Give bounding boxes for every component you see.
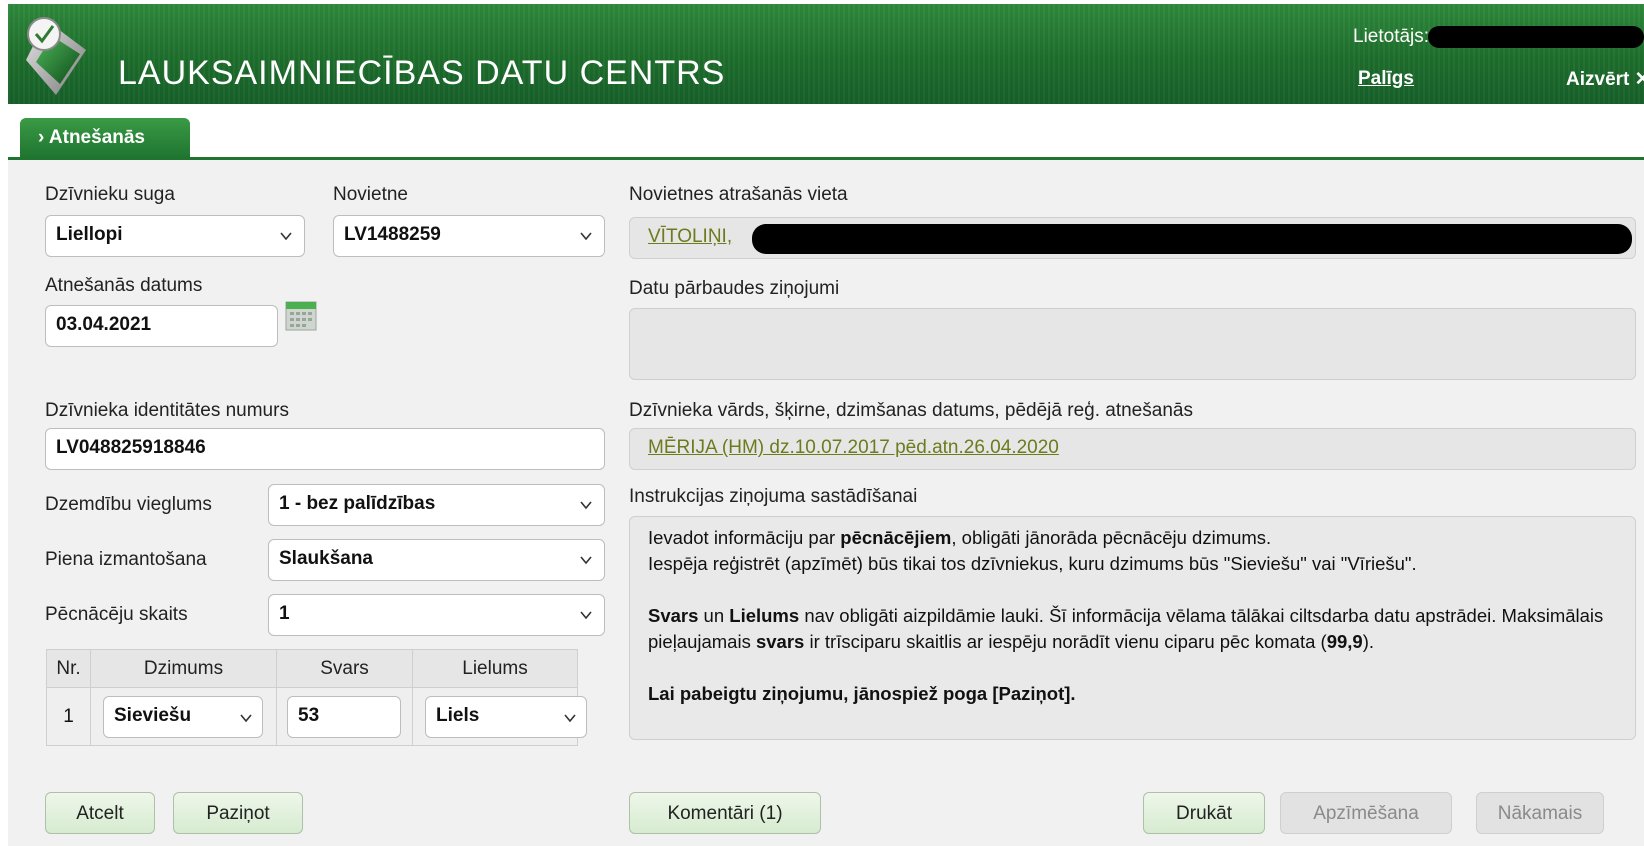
holding-select[interactable]: LV1488259 bbox=[333, 215, 605, 257]
instr-spacer bbox=[648, 577, 1617, 603]
chevron-down-icon bbox=[580, 556, 592, 565]
animal-id-value: LV048825918846 bbox=[56, 437, 206, 458]
offspring-count-label: Pēcnācēju skaits bbox=[45, 604, 188, 625]
instr-bold: 99,9 bbox=[1326, 631, 1363, 652]
print-button[interactable]: Drukāt bbox=[1143, 792, 1265, 834]
check-messages-box bbox=[629, 308, 1636, 380]
milk-usage-select[interactable]: Slaukšana bbox=[268, 539, 605, 581]
instr-bold: pēcnācējiem bbox=[840, 527, 952, 548]
size-cell: Liels bbox=[412, 687, 587, 746]
instr-bold: Lai pabeigtu ziņojumu, jānospiež poga [P… bbox=[648, 683, 1076, 704]
milk-usage-value: Slaukšana bbox=[279, 548, 373, 569]
species-label: Dzīvnieku suga bbox=[45, 184, 175, 205]
instr-line-3: Svars un Lielums nav obligāti aizpildāmi… bbox=[648, 603, 1617, 655]
help-link[interactable]: Palīgs bbox=[1358, 68, 1414, 90]
close-icon: ✕ bbox=[1634, 69, 1644, 90]
date-label: Atnešanās datums bbox=[45, 275, 203, 296]
col-sex: Dzimums bbox=[90, 649, 277, 688]
instr-bold: Lielums bbox=[729, 605, 800, 626]
redacted-username bbox=[1428, 26, 1644, 48]
mark-button[interactable]: Apzīmēšana bbox=[1280, 792, 1452, 834]
logo-icon bbox=[26, 17, 86, 95]
table-header-row: Nr. Dzimums Svars Lielums bbox=[46, 649, 578, 688]
instr-text: Ievadot informāciju par bbox=[648, 527, 841, 548]
date-value: 03.04.2021 bbox=[56, 314, 152, 335]
size-value: Liels bbox=[436, 705, 480, 726]
animal-id-label: Dzīvnieka identitātes numurs bbox=[45, 400, 289, 421]
instr-text: ). bbox=[1362, 631, 1375, 652]
chevron-down-icon bbox=[240, 714, 252, 723]
offspring-table: Nr. Dzimums Svars Lielums 1 Sieviešu 53 … bbox=[46, 649, 587, 746]
animal-info-link[interactable]: MĒRIJA (HM) dz.10.07.2017 pēd.atn.26.04.… bbox=[648, 437, 1059, 458]
location-label: Novietnes atrašanās vieta bbox=[629, 184, 848, 205]
animal-info-field: MĒRIJA (HM) dz.10.07.2017 pēd.atn.26.04.… bbox=[629, 428, 1636, 470]
redacted-address bbox=[752, 224, 1632, 254]
chevron-down-icon bbox=[580, 611, 592, 620]
weight-cell: 53 bbox=[276, 687, 413, 746]
close-link-label: Aizvērt bbox=[1566, 69, 1630, 90]
location-link[interactable]: VĪTOLIŅI, bbox=[648, 226, 732, 247]
sex-value: Sieviešu bbox=[114, 705, 192, 726]
app-title: LAUKSAIMNIECĪBAS DATU CENTRS bbox=[118, 54, 726, 92]
instr-text: , obligāti jānorāda pēcnācēju dzimums. bbox=[951, 527, 1272, 548]
instr-spacer bbox=[648, 655, 1617, 681]
animal-id-input[interactable]: LV048825918846 bbox=[45, 428, 605, 470]
comments-button[interactable]: Komentāri (1) bbox=[629, 792, 821, 834]
instr-text: un bbox=[698, 605, 730, 626]
app-header: LAUKSAIMNIECĪBAS DATU CENTRS Lietotājs: … bbox=[8, 4, 1644, 104]
calving-ease-value: 1 - bez palīdzības bbox=[279, 493, 436, 514]
col-weight: Svars bbox=[276, 649, 413, 688]
chevron-down-icon bbox=[564, 714, 576, 723]
instructions-label: Instrukcijas ziņojuma sastādīšanai bbox=[629, 486, 918, 507]
chevron-down-icon bbox=[580, 232, 592, 241]
chevron-down-icon bbox=[580, 501, 592, 510]
cancel-button[interactable]: Atcelt bbox=[45, 792, 155, 834]
instr-text: ir trīsciparu skaitlis ar iespēju norādī… bbox=[804, 631, 1327, 652]
chevron-down-icon bbox=[280, 232, 292, 241]
calving-ease-label: Dzemdību vieglums bbox=[45, 494, 212, 515]
sex-cell: Sieviešu bbox=[90, 687, 277, 746]
next-button[interactable]: Nākamais bbox=[1476, 792, 1604, 834]
date-input[interactable]: 03.04.2021 bbox=[45, 305, 278, 347]
instr-line-4: Lai pabeigtu ziņojumu, jānospiež poga [P… bbox=[648, 681, 1617, 707]
instr-bold: svars bbox=[755, 631, 805, 652]
col-nr: Nr. bbox=[46, 649, 91, 688]
close-link[interactable]: Aizvērt ✕ bbox=[1566, 68, 1644, 91]
milk-usage-label: Piena izmantošana bbox=[45, 549, 207, 570]
calendar-icon[interactable] bbox=[284, 298, 318, 332]
submit-button[interactable]: Paziņot bbox=[173, 792, 303, 834]
tab-atnesanas[interactable]: › Atnešanās bbox=[20, 118, 190, 158]
species-select[interactable]: Liellopi bbox=[45, 215, 305, 257]
instr-bold: Svars bbox=[648, 605, 699, 626]
row-nr: 1 bbox=[46, 687, 91, 746]
instr-line-1: Ievadot informāciju par pēcnācējiem, obl… bbox=[648, 525, 1617, 551]
instr-line-2: Iespēja reģistrēt (apzīmēt) būs tikai to… bbox=[648, 553, 1417, 574]
animal-info-label: Dzīvnieka vārds, šķirne, dzimšanas datum… bbox=[629, 400, 1193, 421]
weight-value: 53 bbox=[298, 705, 320, 726]
species-value: Liellopi bbox=[56, 224, 123, 245]
holding-label: Novietne bbox=[333, 184, 408, 205]
user-label: Lietotājs: bbox=[1353, 26, 1430, 47]
instructions-box: Ievadot informāciju par pēcnācējiem, obl… bbox=[629, 516, 1636, 740]
calving-ease-select[interactable]: 1 - bez palīdzības bbox=[268, 484, 605, 526]
sex-select[interactable]: Sieviešu bbox=[103, 696, 263, 738]
check-messages-label: Datu pārbaudes ziņojumi bbox=[629, 278, 840, 299]
weight-input[interactable]: 53 bbox=[287, 696, 401, 738]
offspring-count-value: 1 bbox=[279, 603, 290, 624]
offspring-count-select[interactable]: 1 bbox=[268, 594, 605, 636]
holding-value: LV1488259 bbox=[344, 224, 441, 245]
size-select[interactable]: Liels bbox=[425, 696, 587, 738]
col-size: Lielums bbox=[412, 649, 578, 688]
table-row: 1 Sieviešu 53 Liels bbox=[46, 687, 587, 746]
